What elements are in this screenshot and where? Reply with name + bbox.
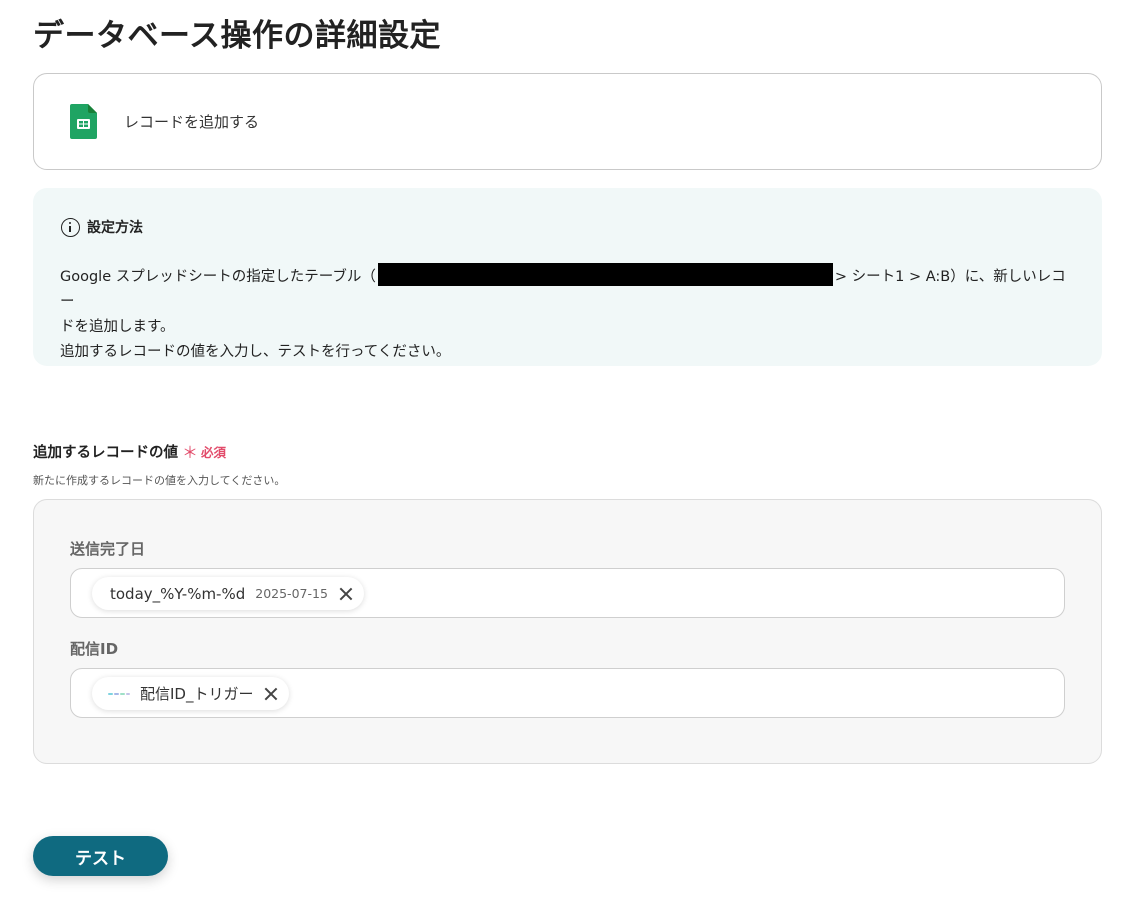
redacted-block bbox=[377, 263, 833, 286]
delivery-id-input[interactable]: 配信ID_トリガー bbox=[70, 668, 1065, 718]
instructions-line2: ドを追加します。 bbox=[60, 319, 175, 335]
instructions-line3: 追加するレコードの値を入力し、テストを行ってください。 bbox=[60, 344, 451, 360]
record-values-label-text: 追加するレコードの値 bbox=[33, 444, 178, 461]
google-sheets-icon bbox=[70, 104, 97, 139]
column-label-delivery-id: 配信ID bbox=[70, 640, 119, 658]
chip-label: 配信ID_トリガー bbox=[140, 685, 254, 703]
required-asterisk: ＊ bbox=[182, 443, 199, 462]
record-values-panel: 送信完了日 today_%Y-%m-%d 2025-07-15 配信ID 配信I… bbox=[33, 499, 1102, 764]
info-icon bbox=[61, 217, 80, 237]
record-values-label: 追加するレコードの値 ＊ 必須 bbox=[33, 439, 226, 463]
column-label-send-date: 送信完了日 bbox=[70, 540, 146, 558]
action-card[interactable]: レコードを追加する bbox=[33, 73, 1102, 170]
variable-chip[interactable]: today_%Y-%m-%d 2025-07-15 bbox=[92, 577, 364, 610]
action-label: レコードを追加する bbox=[124, 113, 260, 131]
required-badge: 必須 bbox=[201, 444, 227, 460]
yoom-logo-icon bbox=[108, 689, 130, 699]
close-icon[interactable] bbox=[263, 686, 279, 702]
instructions-header: 設定方法 bbox=[61, 217, 143, 237]
instructions-title: 設定方法 bbox=[87, 220, 143, 236]
test-button[interactable]: テスト bbox=[33, 836, 168, 876]
instructions-line1-start: Google スプレッドシートの指定したテーブル（ bbox=[60, 269, 376, 285]
send-date-input[interactable]: today_%Y-%m-%d 2025-07-15 bbox=[70, 568, 1065, 618]
instructions-text: Google スプレッドシートの指定したテーブル（ > シート1 > A:B）に、… bbox=[60, 263, 1080, 365]
variable-chip[interactable]: 配信ID_トリガー bbox=[92, 677, 290, 710]
close-icon[interactable] bbox=[338, 586, 354, 602]
record-values-description: 新たに作成するレコードの値を入力してください。 bbox=[33, 474, 286, 487]
instructions-panel: 設定方法 Google スプレッドシートの指定したテーブル（ > シート1 > A… bbox=[33, 188, 1102, 366]
page-title: データベース操作の詳細設定 bbox=[33, 18, 441, 54]
chip-label: today_%Y-%m-%d bbox=[110, 584, 246, 603]
chip-preview-value: 2025-07-15 bbox=[255, 586, 328, 601]
